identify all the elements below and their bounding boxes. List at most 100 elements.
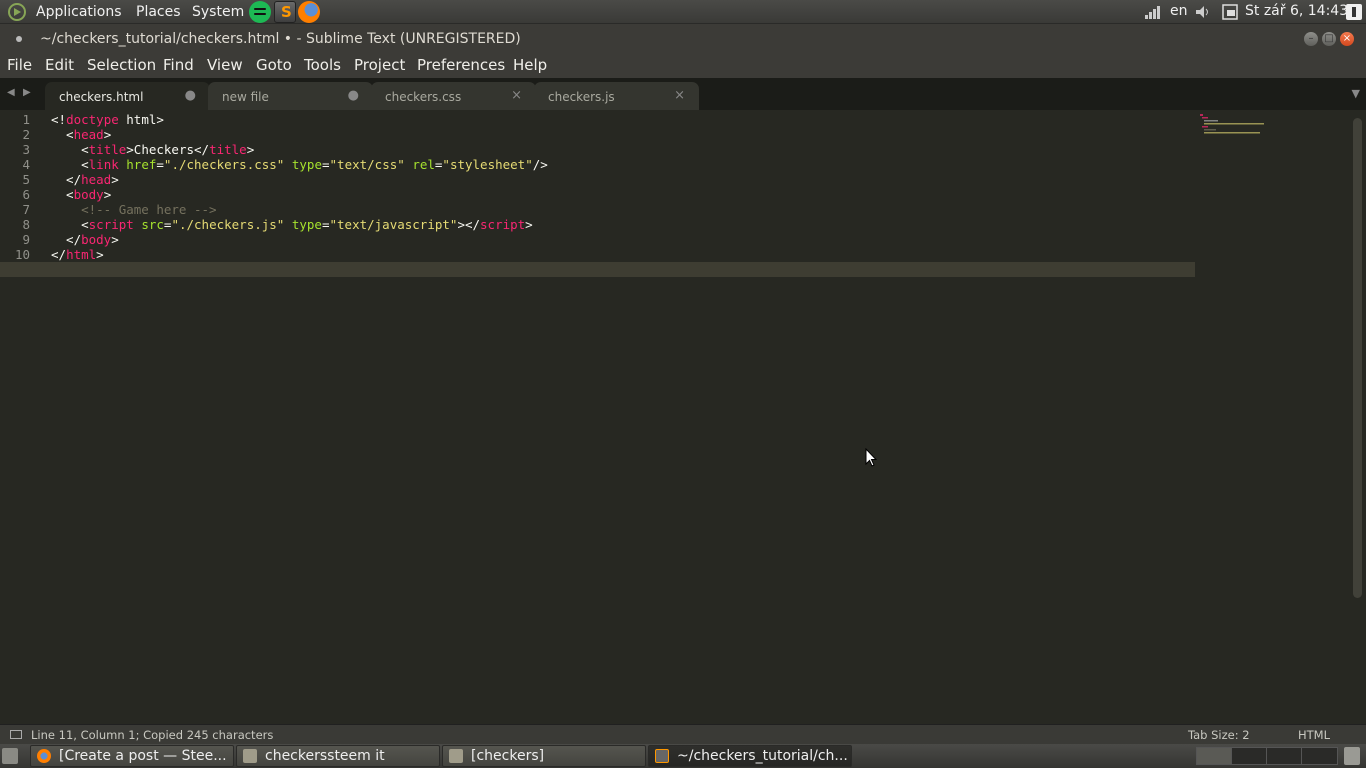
tab-bar: ◀ ▶ checkers.html ● new file ● checkers.… <box>0 78 1366 110</box>
code-area[interactable]: <!doctype html> <head> <title>Checkers</… <box>0 112 1195 277</box>
distro-logo-icon[interactable] <box>6 2 28 22</box>
menu-view[interactable]: View <box>207 56 243 74</box>
code-token: = <box>156 157 164 172</box>
code-line[interactable]: </head> <box>51 172 1195 187</box>
tab-new-file[interactable]: new file ● <box>208 82 373 110</box>
tab-checkers-js[interactable]: checkers.js × <box>534 82 699 110</box>
applications-menu[interactable]: Applications <box>36 3 122 21</box>
window-menu-icon[interactable] <box>16 36 22 42</box>
network-signal-icon[interactable] <box>1144 4 1162 20</box>
taskbar-window-label: [Create a post — Stee... <box>59 748 227 764</box>
workspace-switcher[interactable] <box>1196 747 1338 765</box>
shutdown-icon[interactable] <box>1345 3 1363 21</box>
folder-icon <box>449 749 463 763</box>
code-token: </ <box>51 247 67 262</box>
code-token: < <box>51 127 74 142</box>
menu-file[interactable]: File <box>7 56 32 74</box>
top-panel: Applications Places System S en St zář 6… <box>0 0 1366 24</box>
code-line[interactable]: </html> <box>51 247 1195 262</box>
menu-project[interactable]: Project <box>354 56 405 74</box>
firefox-icon <box>37 749 51 763</box>
workspace-2[interactable] <box>1232 748 1267 764</box>
unsaved-dot-icon[interactable]: ● <box>348 88 359 103</box>
code-line[interactable]: <body> <box>51 187 1195 202</box>
menu-help[interactable]: Help <box>513 56 547 74</box>
taskbar-window-checkers-folder[interactable]: [checkers] <box>442 745 646 767</box>
code-token: body <box>81 232 112 247</box>
close-icon[interactable]: × <box>674 88 685 103</box>
status-bar: Line 11, Column 1; Copied 245 characters… <box>0 724 1366 744</box>
tab-checkers-html[interactable]: checkers.html ● <box>45 82 210 110</box>
line-number-gutter: 1234567891011 <box>0 112 36 277</box>
minimap[interactable] <box>1200 114 1280 136</box>
code-token: head <box>81 172 112 187</box>
sublime-text-icon[interactable]: S <box>274 1 296 23</box>
taskbar-window-firefox[interactable]: [Create a post — Stee... <box>30 745 234 767</box>
code-token: title <box>209 142 247 157</box>
menu-preferences[interactable]: Preferences <box>417 56 505 74</box>
code-line[interactable]: <!doctype html> <box>51 112 1195 127</box>
places-menu[interactable]: Places <box>136 3 181 21</box>
system-menu[interactable]: System <box>192 3 244 21</box>
tab-list-dropdown-icon[interactable]: ▼ <box>1352 87 1360 100</box>
line-number: 10 <box>14 247 30 262</box>
clock[interactable]: St zář 6, 14:43 <box>1245 3 1348 19</box>
code-token: > <box>103 127 112 142</box>
code-line[interactable]: <head> <box>51 127 1195 142</box>
menu-goto[interactable]: Goto <box>256 56 292 74</box>
line-number: 6 <box>22 187 30 202</box>
keyboard-layout-indicator[interactable]: en <box>1170 3 1188 19</box>
line-number: 5 <box>22 172 30 187</box>
menu-find[interactable]: Find <box>163 56 194 74</box>
code-line[interactable]: <title>Checkers</title> <box>51 142 1195 157</box>
tab-label: checkers.html <box>59 90 144 104</box>
syntax-selector[interactable]: HTML <box>1298 728 1330 742</box>
taskbar-window-label: ~/checkers_tutorial/ch... <box>677 748 848 764</box>
firefox-icon[interactable] <box>298 1 320 23</box>
maximize-button[interactable]: □ <box>1322 32 1336 46</box>
vertical-scrollbar[interactable] <box>1353 118 1362 598</box>
taskbar-window-checkerssteem[interactable]: checkerssteem it <box>236 745 440 767</box>
code-line[interactable] <box>0 262 1195 277</box>
code-token: < <box>51 217 89 232</box>
code-token: /> <box>532 157 548 172</box>
taskbar-window-sublime[interactable]: ~/checkers_tutorial/ch... <box>648 745 852 767</box>
tab-label: checkers.css <box>385 90 462 104</box>
workspace-3[interactable] <box>1267 748 1302 764</box>
close-icon[interactable]: × <box>511 88 522 103</box>
menu-selection[interactable]: Selection <box>87 56 156 74</box>
close-button[interactable]: × <box>1340 32 1354 46</box>
line-number: 4 <box>22 157 30 172</box>
spotify-icon[interactable] <box>249 1 271 23</box>
menu-tools[interactable]: Tools <box>304 56 341 74</box>
minimize-button[interactable]: – <box>1304 32 1318 46</box>
code-token: script <box>480 217 526 232</box>
window-title-bar[interactable]: ~/checkers_tutorial/checkers.html • - Su… <box>0 24 1366 54</box>
panel-toggle-icon[interactable] <box>10 730 22 739</box>
tab-next-icon[interactable]: ▶ <box>23 87 31 98</box>
code-line[interactable]: <!-- Game here --> <box>51 202 1195 217</box>
show-desktop-icon[interactable] <box>2 748 18 764</box>
taskbar-window-label: checkerssteem it <box>265 748 385 764</box>
code-token: script <box>88 217 134 232</box>
code-line[interactable]: <link href="./checkers.css" type="text/c… <box>51 157 1195 172</box>
tab-prev-icon[interactable]: ◀ <box>7 87 15 98</box>
code-token: < <box>51 142 89 157</box>
code-token: doctype <box>66 112 119 127</box>
code-line[interactable]: </body> <box>51 232 1195 247</box>
unsaved-dot-icon[interactable]: ● <box>185 88 196 103</box>
code-token: > <box>96 247 104 262</box>
code-line[interactable]: <script src="./checkers.js" type="text/j… <box>51 217 1195 232</box>
code-token: type <box>291 217 322 232</box>
tab-size-selector[interactable]: Tab Size: 2 <box>1188 728 1250 742</box>
code-token: "./checkers.css" <box>163 157 285 172</box>
tab-checkers-css[interactable]: checkers.css × <box>371 82 536 110</box>
workspace-1[interactable] <box>1197 748 1232 764</box>
workspace-4[interactable] <box>1302 748 1337 764</box>
trash-icon[interactable] <box>1344 747 1360 765</box>
code-token: > <box>103 187 112 202</box>
editor[interactable]: 1234567891011 <!doctype html> <head> <ti… <box>0 110 1366 724</box>
volume-icon[interactable] <box>1194 4 1212 20</box>
menu-edit[interactable]: Edit <box>45 56 74 74</box>
